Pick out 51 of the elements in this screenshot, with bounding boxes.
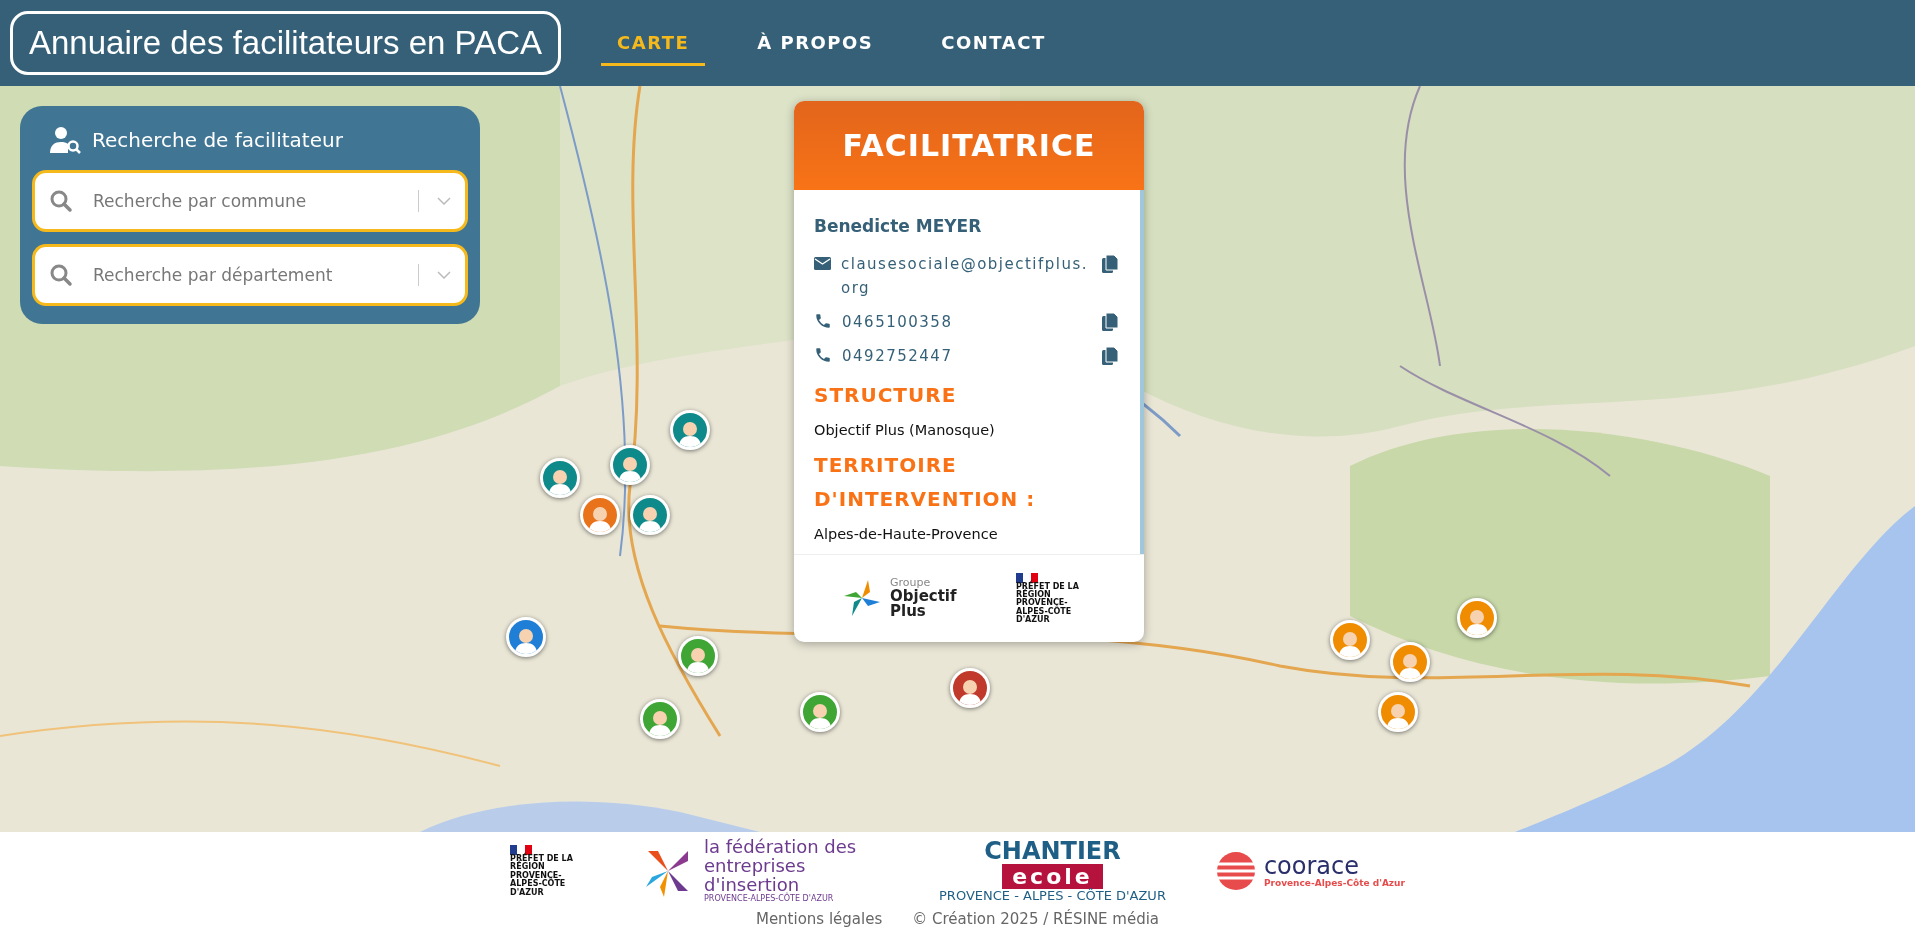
footer-link[interactable]: © Création 2025 / RÉSINE média [912, 910, 1160, 928]
search-field[interactable]: Recherche par commune [32, 170, 468, 232]
person-icon [807, 701, 833, 729]
logo-text: Objectif Plus [890, 588, 958, 620]
copy-icon[interactable] [1102, 313, 1118, 331]
nav-tab[interactable]: CARTE [601, 20, 706, 66]
section-heading: STRUCTURE [814, 382, 958, 409]
striped-circle-icon [1215, 851, 1256, 891]
logo-text: CHANTIER [984, 839, 1121, 865]
person-icon [1385, 701, 1411, 729]
section-heading: TERRITOIRE D'INTERVENTION : [814, 452, 1037, 513]
chevron-down-icon[interactable] [437, 271, 451, 279]
logo-text: Groupe [890, 576, 931, 589]
person-icon [513, 626, 539, 654]
envelope-icon [814, 257, 831, 270]
site-title[interactable]: Annuaire des facilitateurs en PACA [10, 11, 561, 75]
search-field[interactable]: Recherche par département [32, 244, 468, 306]
copy-icon[interactable] [1102, 255, 1118, 273]
panel-title: Recherche de facilitateur [92, 128, 343, 152]
person-icon [1397, 651, 1423, 679]
person-icon [677, 419, 703, 447]
user-search-icon [50, 126, 82, 154]
phone-number: 0465100358 [842, 312, 954, 333]
phone-number: 0492752447 [842, 346, 954, 367]
person-icon [685, 645, 711, 673]
phone-icon [814, 346, 832, 364]
copy-icon[interactable] [1102, 347, 1118, 365]
structure-name: Objectif Plus (Manosque) [814, 422, 996, 438]
person-icon [617, 454, 643, 482]
search-icon [49, 189, 73, 213]
person-icon [637, 504, 663, 532]
logo-text: Provence-Alpes-Côte d'Azur [1263, 878, 1405, 889]
person-name: Benedicte MEYER [814, 216, 983, 236]
person-icon [647, 708, 673, 736]
footer-link[interactable]: Mentions légales [755, 910, 883, 928]
search-icon [49, 263, 73, 287]
nav-tab[interactable]: CONTACT [925, 20, 1062, 66]
chevron-down-icon[interactable] [437, 197, 451, 205]
phone-icon [814, 312, 832, 330]
popup-title: FACILITATRICE [842, 128, 1096, 163]
person-icon [587, 504, 613, 532]
person-icon [1464, 607, 1490, 635]
territory-name: Alpes-de-Haute-Provence [814, 526, 999, 542]
logo-text: PROVENCE - ALPES - CÔTE D'AZUR [939, 889, 1166, 903]
person-icon [957, 677, 983, 705]
logo-text: coorace [1263, 853, 1360, 879]
person-icon [1337, 629, 1363, 657]
person-icon [547, 467, 573, 495]
nav-tab[interactable]: À PROPOS [741, 20, 890, 66]
email-address: clausesociale@objectifplus.org [841, 254, 1090, 299]
logo-text: PRÉFET DE LA RÉGION PROVENCE-ALPES-CÔTE D'AZUR [1016, 582, 1080, 625]
